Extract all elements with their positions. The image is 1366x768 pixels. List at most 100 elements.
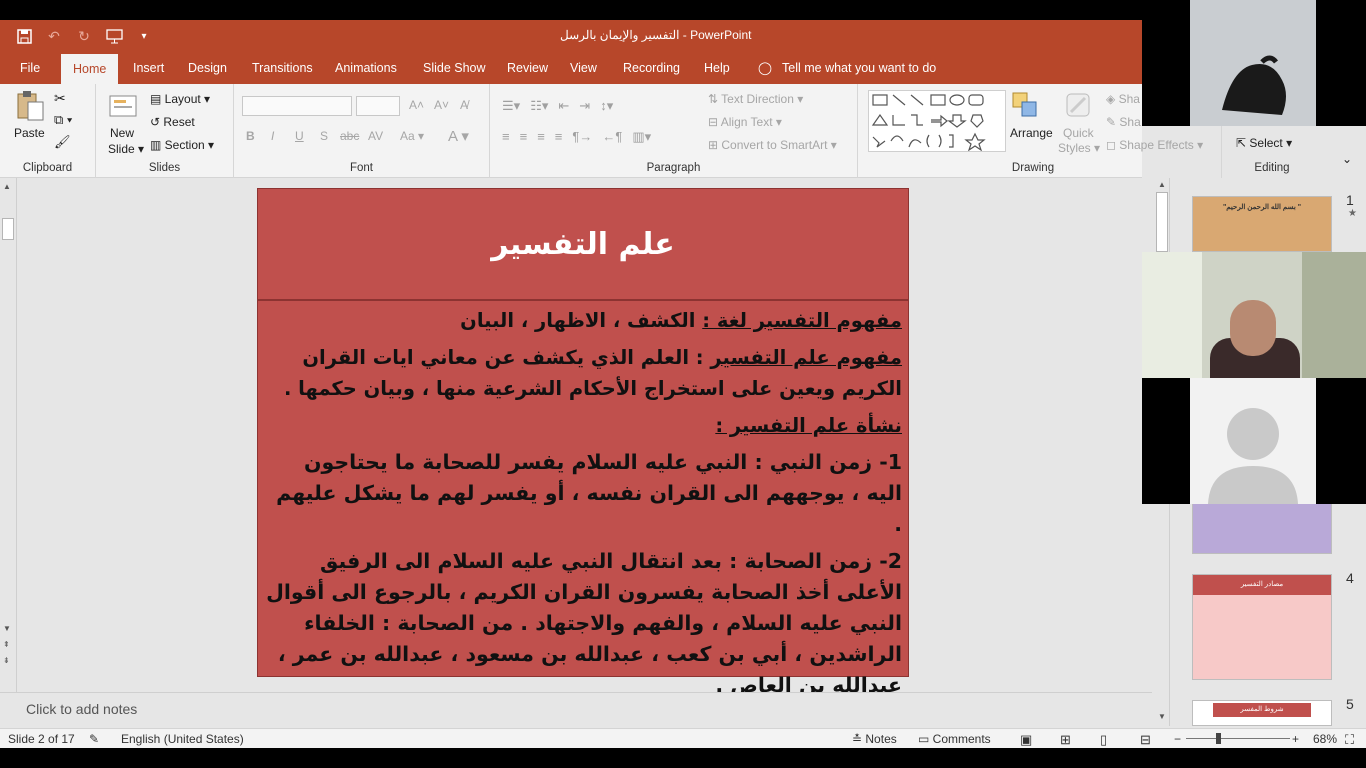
editing-group-label: Editing — [1254, 162, 1290, 174]
thumb-scroll-up-icon[interactable]: ▲ — [1158, 180, 1166, 189]
thumbnail-1-number: 1 — [1346, 192, 1354, 208]
paste-icon — [17, 91, 44, 121]
normal-view-icon[interactable]: ▣ — [1020, 732, 1032, 748]
thumb-scroll-down-icon[interactable]: ▼ — [1158, 712, 1166, 721]
spelling-check-icon[interactable]: ✎ — [89, 732, 99, 746]
tab-view[interactable]: View — [566, 52, 601, 84]
italic-button[interactable]: I — [271, 129, 274, 143]
scroll-up-icon[interactable]: ▲ — [3, 182, 11, 191]
format-painter-icon[interactable]: 🖌 — [54, 134, 71, 150]
paste-button[interactable]: Paste — [10, 90, 50, 150]
increase-font-icon[interactable]: A˄ — [409, 98, 424, 112]
shape-outline-button[interactable]: ✎ Sha — [1106, 115, 1141, 129]
scroll-down-icon[interactable]: ▼ — [3, 624, 11, 633]
slide-body-text[interactable]: مفهوم التفسير لغة : الكشف ، الاظهار ، ال… — [266, 305, 902, 707]
notes-toggle-button[interactable]: ≛ Notes — [852, 732, 897, 746]
presenter-face — [1230, 300, 1276, 356]
zoom-in-button[interactable]: + — [1292, 732, 1299, 746]
notes-placeholder: Click to add notes — [26, 701, 138, 717]
shapes-icon — [871, 94, 986, 152]
align-right-icon[interactable]: ≡ — [537, 129, 545, 145]
tab-help[interactable]: Help — [700, 52, 734, 84]
columns-icon[interactable]: ▥▾ — [632, 129, 651, 145]
zoom-level[interactable]: 68% — [1313, 732, 1337, 746]
strikethrough-button[interactable]: abc — [340, 129, 359, 143]
convert-smartart-button[interactable]: ⊞ Convert to SmartArt ▾ — [708, 138, 837, 152]
align-text-button[interactable]: ⊟ Align Text ▾ — [708, 115, 782, 129]
slide-sorter-icon[interactable]: ⊞ — [1060, 732, 1071, 748]
shape-effects-button[interactable]: ◻ Shape Effects ▾ — [1106, 138, 1203, 152]
layout-button[interactable]: ▤ Layout ▾ — [150, 92, 210, 106]
font-size-combobox[interactable] — [356, 96, 400, 116]
font-color-button[interactable]: A ▾ — [448, 127, 469, 145]
align-left-icon[interactable]: ≡ — [502, 129, 510, 145]
tab-review[interactable]: Review — [503, 52, 552, 84]
clear-formatting-icon[interactable]: A̸ — [460, 98, 468, 112]
char-spacing-icon[interactable]: AV — [368, 129, 383, 143]
zoom-slider-track[interactable] — [1186, 738, 1290, 739]
decrease-font-icon[interactable]: A˅ — [434, 98, 449, 112]
copy-icon[interactable]: ⧉ ▾ — [54, 112, 72, 128]
undo-icon[interactable]: ↶ — [44, 26, 64, 46]
tab-animations[interactable]: Animations — [331, 52, 401, 84]
text-direction-button[interactable]: ⇅ Text Direction ▾ — [708, 92, 803, 106]
customize-qat-icon[interactable]: ▾ — [134, 26, 154, 46]
zoom-slider-thumb[interactable] — [1216, 733, 1221, 744]
reading-view-icon[interactable]: ▯ — [1100, 732, 1107, 748]
previous-slide-icon[interactable]: ⇞ — [3, 640, 10, 649]
slide-canvas[interactable]: علم التفسير مفهوم التفسير لغة : الكشف ، … — [257, 188, 909, 697]
comments-toggle-button[interactable]: ▭ Comments — [918, 732, 991, 746]
shadow-button[interactable]: S — [320, 129, 328, 143]
underline-button[interactable]: U — [295, 129, 304, 143]
tab-slide-show[interactable]: Slide Show — [419, 52, 490, 84]
tab-transitions[interactable]: Transitions — [248, 52, 317, 84]
tab-insert[interactable]: Insert — [129, 52, 168, 84]
slide-show-view-icon[interactable]: ⊟ — [1140, 732, 1151, 748]
shape-fill-button[interactable]: ◈ Sha — [1106, 92, 1140, 106]
justify-icon[interactable]: ≡ — [555, 129, 563, 145]
status-bar: Slide 2 of 17 ✎ English (United States) … — [0, 728, 1366, 748]
rtl-icon[interactable]: ←¶ — [602, 129, 622, 145]
font-name-combobox[interactable] — [242, 96, 352, 116]
align-center-icon[interactable]: ≡ — [520, 129, 528, 145]
select-button[interactable]: ⇱ Select ▾ — [1236, 136, 1292, 150]
new-slide-button[interactable]: New Slide ▾ — [106, 90, 146, 156]
shapes-gallery[interactable] — [868, 90, 1006, 152]
vertical-scrollbar-thumb[interactable] — [2, 218, 14, 240]
change-case-button[interactable]: Aa ▾ — [400, 129, 424, 143]
ribbon-tabs: File Home Insert Design Transitions Anim… — [0, 52, 1142, 84]
arrange-button[interactable] — [1010, 90, 1040, 123]
slide-thumbnail-1[interactable]: "بسم الله الرحمن الرحيم " — [1192, 196, 1332, 252]
tab-file[interactable]: File — [16, 52, 44, 84]
slide-thumbnail-4[interactable]: مصادر التفسير — [1192, 574, 1332, 680]
slide-title-box[interactable]: علم التفسير — [258, 189, 908, 301]
save-icon[interactable] — [14, 26, 34, 46]
cut-icon[interactable]: ✂ — [54, 90, 66, 107]
language-indicator[interactable]: English (United States) — [121, 732, 244, 746]
slide-thumbnail-3[interactable] — [1192, 502, 1332, 554]
quick-styles-button[interactable] — [1063, 90, 1093, 123]
ltr-icon[interactable]: ¶→ — [572, 129, 592, 145]
zoom-out-button[interactable]: − — [1174, 732, 1181, 746]
line-spacing-icon[interactable]: ↕▾ — [600, 98, 613, 114]
present-from-start-icon[interactable] — [104, 26, 124, 46]
bullets-icon[interactable]: ☰▾ — [502, 98, 520, 114]
decrease-indent-icon[interactable]: ⇤ — [558, 98, 569, 114]
slide-thumbnail-5[interactable]: شروط المفسر — [1192, 700, 1332, 726]
fit-to-window-icon[interactable]: ⛶ — [1345, 732, 1354, 748]
tell-me-search[interactable]: ◯ Tell me what you want to do — [758, 52, 936, 84]
tab-design[interactable]: Design — [184, 52, 231, 84]
redo-icon[interactable]: ↻ — [74, 26, 94, 46]
thumbnail-scroll-thumb[interactable] — [1156, 192, 1168, 252]
tab-home[interactable]: Home — [61, 54, 119, 84]
notes-pane[interactable]: Click to add notes — [0, 692, 1152, 728]
tab-recording[interactable]: Recording — [619, 52, 684, 84]
section-button[interactable]: ▥ Section ▾ — [150, 138, 214, 152]
prophet-era-paragraph: 1- زمن النبي : النبي عليه السلام يفسر لل… — [276, 450, 902, 536]
reset-button[interactable]: ↺ Reset — [150, 115, 195, 129]
numbering-icon[interactable]: ☷▾ — [530, 98, 548, 114]
bold-button[interactable]: B — [246, 129, 255, 143]
increase-indent-icon[interactable]: ⇥ — [579, 98, 590, 114]
collapse-ribbon-icon[interactable]: ⌄ — [1342, 152, 1352, 166]
next-slide-icon[interactable]: ⇟ — [3, 656, 10, 665]
